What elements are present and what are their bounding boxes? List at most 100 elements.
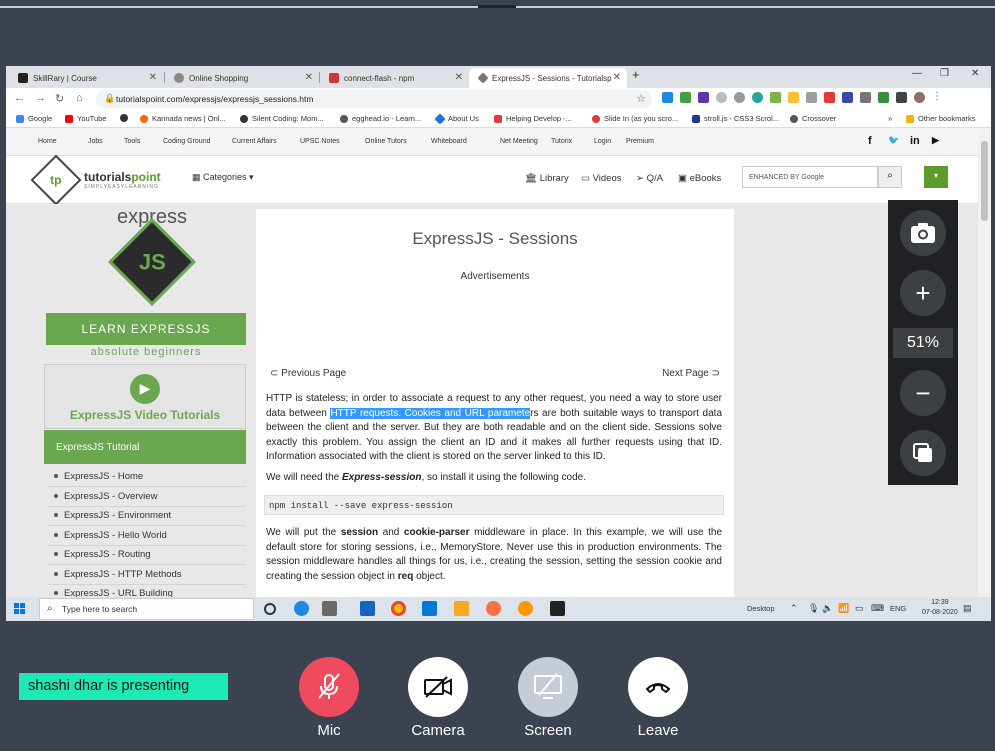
top-handle[interactable] [478,5,516,8]
linkedin-icon[interactable]: in [910,135,920,147]
bookmark-helping-develop[interactable]: Helping Develop -... [494,114,572,123]
firefox-icon[interactable] [486,601,501,616]
bookmark-other[interactable]: Other bookmarks [906,114,976,123]
bookmark-stroll[interactable]: stroll.js - CSS3 Scrol... [692,114,779,123]
twitter-icon[interactable]: 🐦 [888,135,899,146]
videos-link[interactable]: ▭ Videos [581,173,622,184]
bookmark-silent-coding[interactable]: Silent Coding: Mom... [240,114,324,123]
bookmark-github[interactable] [120,114,132,122]
back-icon[interactable]: ← [14,92,25,104]
bookmark-google[interactable]: Google [16,114,52,123]
home-icon[interactable]: ⌂ [76,92,83,104]
learn-expressjs-banner[interactable]: LEARN EXPRESSJS [46,313,246,345]
topnav-login[interactable]: Login [594,138,611,145]
system-clock[interactable]: 12:39 07-08-2020 [922,598,958,618]
youtube-icon[interactable]: ▶ [932,135,939,146]
tab-online-shopping[interactable]: Online Shopping ✕ [164,68,319,88]
maximize-icon[interactable]: ❐ [940,68,949,79]
terminal-icon[interactable] [550,601,565,616]
extension-icon[interactable] [716,92,727,103]
close-icon[interactable]: ✕ [455,72,463,83]
desktop-toolbar[interactable]: Desktop [747,604,775,613]
next-page-link[interactable]: Next Page ⊃ [662,368,720,379]
close-icon[interactable]: ✕ [613,72,621,83]
sidebar-item-home[interactable]: ExpressJS - Home [48,468,246,487]
screenshot-button[interactable] [900,210,946,256]
topnav-net-meeting[interactable]: Net Meeting [500,138,538,145]
topnav-jobs[interactable]: Jobs [88,138,103,145]
leave-button[interactable] [628,657,688,717]
qa-link[interactable]: ➢ Q/A [636,173,663,184]
bookmark-star-icon[interactable]: ☆ [636,92,646,105]
battery-icon[interactable]: ▭ [855,603,864,614]
zoom-in-button[interactable]: + [900,270,946,316]
topnav-current-affairs[interactable]: Current Affairs [232,138,277,145]
extension-icon[interactable] [860,92,871,103]
extension-icon[interactable] [770,92,781,103]
cortana-icon[interactable] [264,603,276,615]
topnav-home[interactable]: Home [38,138,57,145]
bookmark-slide-in[interactable]: Slide In (as you scro... [592,114,678,123]
topnav-coding-ground[interactable]: Coding Ground [163,138,210,145]
file-explorer-icon[interactable] [454,601,469,616]
mail-icon[interactable] [360,601,375,616]
avatar[interactable] [914,92,925,103]
vscode-icon[interactable] [422,601,437,616]
bookmark-crossover[interactable]: Crossover [790,114,836,123]
keyboard-icon[interactable]: ⌨ [871,603,884,614]
screen-button[interactable] [518,657,578,717]
menu-toggle-button[interactable]: ▾ [924,166,948,188]
bookmarks-more-icon[interactable]: » [888,114,892,123]
bookmark-youtube[interactable]: YouTube [65,114,106,123]
sidebar-item-http-methods[interactable]: ExpressJS - HTTP Methods [48,566,246,585]
wifi-icon[interactable]: 📶 [838,603,849,614]
tab-connect-flash[interactable]: connect-flash - npm ✕ [319,68,469,88]
sidebar-item-environment[interactable]: ExpressJS - Environment [48,507,246,526]
extension-icon[interactable] [806,92,817,103]
search-icon[interactable]: ⌕ [878,166,902,188]
topnav-whiteboard[interactable]: Whiteboard [431,138,467,145]
extension-icon[interactable] [752,92,763,103]
ebooks-link[interactable]: ▣ eBooks [678,173,721,184]
chrome-icon[interactable] [391,601,406,616]
extension-icon[interactable] [878,92,889,103]
microphone-icon[interactable]: 🎙 [808,603,819,614]
topnav-tutorix[interactable]: Tutorix [551,138,572,145]
extension-icon[interactable] [680,92,691,103]
facebook-icon[interactable]: f [868,135,872,147]
sidebar-item-hello-world[interactable]: ExpressJS - Hello World [48,527,246,546]
taskbar-search-input[interactable]: ⌕ Type here to search [39,598,254,620]
previous-page-link[interactable]: ⊂ Previous Page [270,368,346,379]
url-field[interactable]: 🔒 tutorialspoint.com/expressjs/expressjs… [96,90,652,108]
topnav-premium[interactable]: Premium [626,138,654,145]
extension-icon[interactable] [842,92,853,103]
chevron-up-icon[interactable]: ⌃ [790,603,798,614]
zoom-out-button[interactable]: − [900,370,946,416]
camera-button[interactable] [408,657,468,717]
extension-icon[interactable] [788,92,799,103]
close-window-icon[interactable]: ✕ [971,68,979,79]
windows-start-icon[interactable] [14,603,26,615]
library-link[interactable]: 🏛 Library [525,173,569,184]
sidebar-item-routing[interactable]: ExpressJS - Routing [48,546,246,565]
new-tab-button[interactable]: + [632,67,640,82]
notifications-icon[interactable]: ▤ [963,603,972,614]
extension-icon[interactable] [734,92,745,103]
close-icon[interactable]: ✕ [149,72,157,83]
close-icon[interactable]: ✕ [305,72,313,83]
topnav-upsc-notes[interactable]: UPSC Notes [300,138,340,145]
edge-icon[interactable] [294,601,309,616]
topnav-tools[interactable]: Tools [124,138,140,145]
topnav-online-tutors[interactable]: Online Tutors [365,138,407,145]
tab-expressjs-sessions[interactable]: ExpressJS - Sessions - Tutorialsp ✕ [469,68,627,88]
volume-icon[interactable]: 🔈 [822,603,833,614]
language-indicator[interactable]: ENG [890,604,906,613]
mic-button[interactable] [299,657,359,717]
bookmark-about-us[interactable]: About Us [434,112,479,125]
extension-icon[interactable] [824,92,835,103]
extension-icon[interactable] [662,92,673,103]
task-view-icon[interactable] [322,601,337,616]
bookmark-egghead[interactable]: egghead.io - Learn... [340,114,421,123]
puzzle-icon[interactable] [896,92,907,103]
tab-skillrary[interactable]: SkillRary | Course ✕ [8,68,163,88]
